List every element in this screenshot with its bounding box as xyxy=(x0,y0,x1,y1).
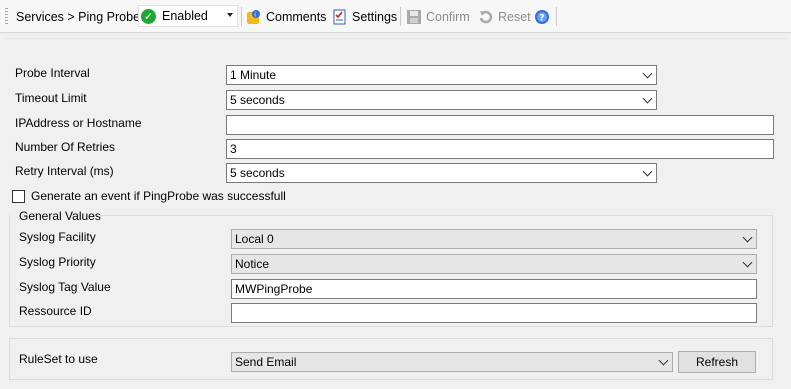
syslog-facility-select[interactable]: Local 0 xyxy=(231,229,757,249)
settings-label: Settings xyxy=(352,9,398,24)
help-button[interactable]: ? xyxy=(534,0,554,33)
syslog-facility-value: Local 0 xyxy=(235,232,274,246)
reset-button[interactable]: Reset xyxy=(478,0,531,33)
confirm-label: Confirm xyxy=(426,9,470,24)
check-circle-icon: ✓ xyxy=(141,8,156,24)
divider xyxy=(4,38,787,39)
reset-icon xyxy=(478,9,494,25)
status-value: Enabled xyxy=(162,9,208,23)
resource-id-input[interactable] xyxy=(231,303,757,323)
retries-label: Number Of Retries xyxy=(15,140,116,154)
comments-button[interactable]: i Comments xyxy=(246,0,326,33)
ruleset-select[interactable]: Send Email xyxy=(231,352,673,372)
ip-address-label: IPAddress or Hostname xyxy=(15,116,142,130)
timeout-limit-label: Timeout Limit xyxy=(15,91,87,105)
toolbar-separator xyxy=(400,7,401,26)
toolbar-separator xyxy=(241,7,242,26)
settings-icon xyxy=(332,9,348,25)
chevron-down-icon xyxy=(642,68,653,79)
syslog-tag-value: MWPingProbe xyxy=(235,282,313,296)
syslog-priority-value: Notice xyxy=(235,257,270,271)
chevron-down-icon xyxy=(642,166,653,177)
toolbar-separator xyxy=(556,7,557,26)
retry-interval-select[interactable]: 5 seconds xyxy=(226,163,657,183)
retry-interval-value: 5 seconds xyxy=(230,166,285,180)
ip-address-input[interactable] xyxy=(226,115,774,135)
probe-interval-label: Probe Interval xyxy=(15,66,90,80)
comments-label: Comments xyxy=(266,9,327,24)
syslog-tag-input[interactable]: MWPingProbe xyxy=(231,279,757,299)
chevron-down-icon xyxy=(642,93,653,104)
resource-id-label: Ressource ID xyxy=(19,304,92,318)
generate-event-label: Generate an event if PingProbe was succe… xyxy=(31,189,286,203)
general-values-title: General Values xyxy=(19,209,101,223)
ruleset-value: Send Email xyxy=(235,355,297,369)
toolbar-grip[interactable] xyxy=(5,8,8,25)
ruleset-label: RuleSet to use xyxy=(19,352,98,366)
help-icon: ? xyxy=(534,9,550,25)
chevron-down-icon xyxy=(658,355,669,366)
syslog-tag-label: Syslog Tag Value xyxy=(19,280,111,294)
svg-text:?: ? xyxy=(539,13,544,23)
status-dropdown[interactable]: ✓ Enabled xyxy=(138,5,238,27)
syslog-priority-select[interactable]: Notice xyxy=(231,254,757,274)
chevron-down-icon xyxy=(742,257,753,268)
probe-interval-value: 1 Minute xyxy=(230,68,277,82)
chevron-down-icon xyxy=(742,232,753,243)
probe-interval-select[interactable]: 1 Minute xyxy=(226,65,657,85)
confirm-button[interactable]: Confirm xyxy=(406,0,470,33)
save-icon xyxy=(406,9,422,25)
timeout-limit-select[interactable]: 5 seconds xyxy=(226,90,657,110)
dropdown-arrow-icon xyxy=(227,13,233,17)
toolbar: Services > Ping Probe ✓ Enabled i Commen… xyxy=(0,0,791,33)
retries-value: 3 xyxy=(230,142,237,156)
retry-interval-label: Retry Interval (ms) xyxy=(15,164,114,178)
breadcrumb: Services > Ping Probe xyxy=(16,0,140,33)
syslog-facility-label: Syslog Facility xyxy=(19,230,96,244)
refresh-button[interactable]: Refresh xyxy=(678,351,756,373)
generate-event-checkbox[interactable] xyxy=(12,190,25,203)
group-border-top xyxy=(100,215,773,216)
breadcrumb-text: Services > Ping Probe xyxy=(16,9,141,24)
timeout-limit-value: 5 seconds xyxy=(230,93,285,107)
comments-icon: i xyxy=(246,9,262,25)
settings-button[interactable]: Settings xyxy=(332,0,397,33)
syslog-priority-label: Syslog Priority xyxy=(19,255,96,269)
retries-input[interactable]: 3 xyxy=(226,139,774,159)
reset-label: Reset xyxy=(498,9,531,24)
